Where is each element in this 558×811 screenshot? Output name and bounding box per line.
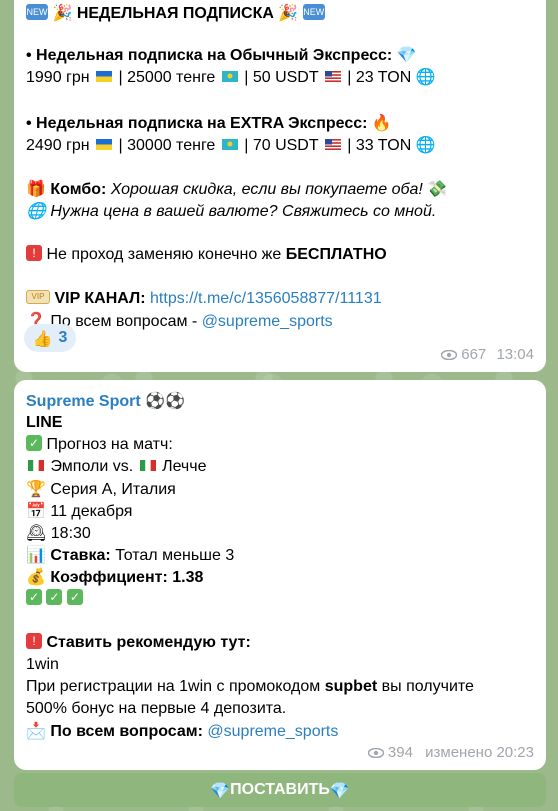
message-bubble-subscription: NEW 🎉 НЕДЕЛЬНАЯ ПОДПИСКА 🎉 NEW • Недельн…	[14, 0, 546, 372]
views-eye-icon	[441, 350, 458, 361]
party-popper-icon: 🎉	[52, 3, 73, 22]
message-meta: 667 13:04	[441, 346, 534, 363]
questions-username-link[interactable]: @supreme_sports	[207, 723, 338, 740]
message-bubble-forecast: Supreme Sport ⚽⚽ LINE ✓ Прогноз на матч:…	[14, 380, 546, 770]
ukraine-flag-icon	[96, 71, 113, 83]
vip-channel-line: VIP VIP КАНАЛ: https://t.me/c/1356058877…	[26, 288, 382, 310]
match-line: Эмполи vs. Лечче	[26, 456, 207, 478]
views-eye-icon	[367, 748, 384, 759]
diamond-icon: 💎	[396, 45, 417, 64]
italy-flag-icon	[28, 460, 44, 472]
calendar-icon: 📅	[26, 501, 46, 520]
title-text: НЕДЕЛЬНАЯ ПОДПИСКА	[76, 5, 274, 22]
replace-line: ! Не проход заменяю конечно же БЕСПЛАТНО	[26, 244, 387, 266]
money-wings-icon: 💸	[427, 179, 448, 198]
views-count: 394	[387, 744, 413, 761]
globe-icon: 🌐	[26, 201, 46, 220]
kazakhstan-flag-icon	[221, 71, 238, 83]
questions-line: 📩 По всем вопросам: @supreme_sports	[26, 721, 339, 740]
recommend-line: ! Ставить рекомендую тут:	[26, 632, 251, 654]
ukraine-flag-icon	[96, 139, 113, 151]
bet-line: 📊 Ставка: Тотал меньше 3	[26, 545, 235, 564]
promo-line: При регистрации на 1win с промокодом sup…	[26, 678, 474, 695]
thumbs-up-reaction[interactable]: 👍 3	[24, 324, 76, 352]
check-mark-icon: ✓	[66, 588, 83, 605]
check-mark-icon: ✓	[26, 434, 42, 451]
trophy-icon: 🏆	[26, 479, 46, 498]
italy-flag-icon	[139, 460, 156, 472]
diamond-icon: 💎	[210, 780, 231, 800]
views-count: 667	[461, 346, 487, 363]
promo-line-2: 500% бонус на первые 4 депозита.	[26, 700, 287, 717]
money-bag-icon: 💰	[26, 567, 46, 586]
fire-icon: 🔥	[371, 113, 392, 132]
party-popper-icon: 🎉	[278, 3, 299, 22]
sender-line: Supreme Sport ⚽⚽	[26, 390, 185, 413]
message-time: 13:04	[496, 346, 534, 363]
siren-icon: !	[26, 244, 42, 261]
globe-icon: 🌐	[415, 135, 436, 154]
thumbs-up-icon: 👍	[32, 328, 53, 348]
vip-channel-link[interactable]: https://t.me/c/1356058877/11131	[150, 290, 382, 307]
questions-username-link[interactable]: @supreme_sports	[202, 313, 333, 330]
globe-icon: 🌐	[415, 67, 436, 86]
check-mark-icon: ✓	[26, 588, 42, 605]
extra-prices: 2490 грн | 30000 тенге | 70 USDT | 33 TO…	[26, 135, 436, 154]
place-bet-button[interactable]: 💎 ПОСТАВИТЬ 💎	[14, 773, 546, 807]
line-heading: LINE	[26, 414, 63, 431]
regular-prices: 1990 грн | 25000 тенге | 50 USDT | 23 TO…	[26, 67, 436, 86]
diamond-icon: 💎	[329, 780, 350, 800]
usa-flag-icon	[324, 71, 341, 83]
coefficient-line: 💰 Коэффициент: 1.38	[26, 567, 204, 586]
reaction-count: 3	[58, 329, 68, 346]
envelope-icon: 📩	[26, 721, 46, 740]
title-line: NEW 🎉 НЕДЕЛЬНАЯ ПОДПИСКА 🎉 NEW	[26, 2, 325, 25]
date-line: 📅 11 декабря	[26, 501, 133, 520]
message-meta: 394 изменено 20:23	[367, 744, 534, 761]
league-line: 🏆 Серия А, Италия	[26, 479, 176, 498]
forecast-label-line: ✓ Прогноз на матч:	[26, 434, 173, 456]
bookmaker-line: 1win	[26, 656, 59, 673]
extra-subscription-label: • Недельная подписка на EXTRA Экспресс: …	[26, 113, 392, 132]
bar-chart-icon: 📊	[26, 545, 46, 564]
kazakhstan-flag-icon	[221, 139, 238, 151]
edited-time: изменено 20:23	[425, 744, 534, 761]
siren-icon: !	[26, 632, 42, 649]
place-bet-label: ПОСТАВИТЬ	[230, 781, 330, 798]
soccer-ball-icon: ⚽⚽	[145, 391, 185, 410]
check-mark-icon: ✓	[46, 588, 63, 605]
combo-line: 🎁 Комбо: Хорошая скидка, если вы покупае…	[26, 179, 448, 198]
time-line: 🕰 18:30	[26, 523, 91, 542]
check-marks: ✓ ✓ ✓	[26, 588, 83, 610]
new-badge-icon: NEW	[26, 3, 48, 20]
new-badge-icon: NEW	[302, 3, 325, 20]
regular-subscription-label: • Недельная подписка на Обычный Экспресс…	[26, 45, 417, 64]
currency-line: 🌐 Нужна цена в вашей валюте? Свяжитесь с…	[26, 201, 437, 220]
usa-flag-icon	[324, 139, 341, 151]
gift-icon: 🎁	[26, 179, 46, 198]
sender-name[interactable]: Supreme Sport	[26, 393, 141, 410]
clock-icon: 🕰	[26, 523, 47, 542]
vip-icon: VIP	[26, 289, 50, 304]
